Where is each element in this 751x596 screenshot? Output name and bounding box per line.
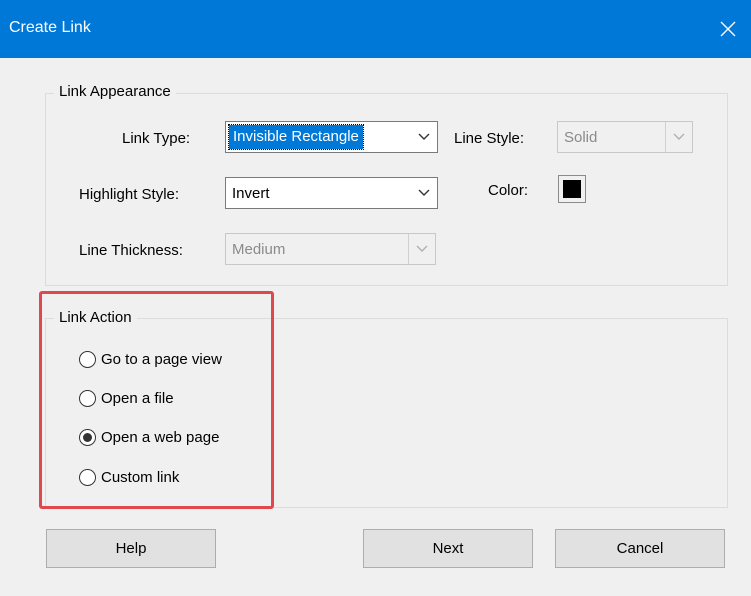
highlight-style-label: Highlight Style: <box>79 186 180 203</box>
cancel-button[interactable]: Cancel <box>555 529 725 568</box>
color-label: Color: <box>488 182 529 199</box>
link-appearance-legend: Link Appearance <box>54 83 176 100</box>
chevron-down-icon <box>408 234 435 264</box>
title-bar: Create Link <box>0 0 751 58</box>
line-style-value: Solid <box>564 129 598 146</box>
close-icon <box>720 21 736 37</box>
annotation-highlight-box <box>39 291 274 509</box>
chevron-down-icon <box>411 178 437 208</box>
close-button[interactable] <box>705 0 751 58</box>
line-thickness-value: Medium <box>232 241 286 258</box>
highlight-style-dropdown[interactable]: Invert <box>225 177 438 209</box>
color-swatch <box>563 180 581 198</box>
next-button[interactable]: Next <box>363 529 533 568</box>
link-type-dropdown[interactable]: Invisible Rectangle <box>225 121 438 153</box>
line-thickness-label: Line Thickness: <box>79 242 183 259</box>
link-type-value: Invisible Rectangle <box>228 124 364 150</box>
line-thickness-dropdown[interactable]: Medium <box>225 233 436 265</box>
color-picker-button[interactable] <box>558 175 586 203</box>
help-button[interactable]: Help <box>46 529 216 568</box>
chevron-down-icon <box>411 122 437 152</box>
link-type-label: Link Type: <box>122 130 191 147</box>
highlight-style-value: Invert <box>232 185 270 202</box>
line-style-label: Line Style: <box>454 130 525 147</box>
line-style-dropdown[interactable]: Solid <box>557 121 693 153</box>
chevron-down-icon <box>665 122 692 152</box>
window-title: Create Link <box>9 19 91 36</box>
